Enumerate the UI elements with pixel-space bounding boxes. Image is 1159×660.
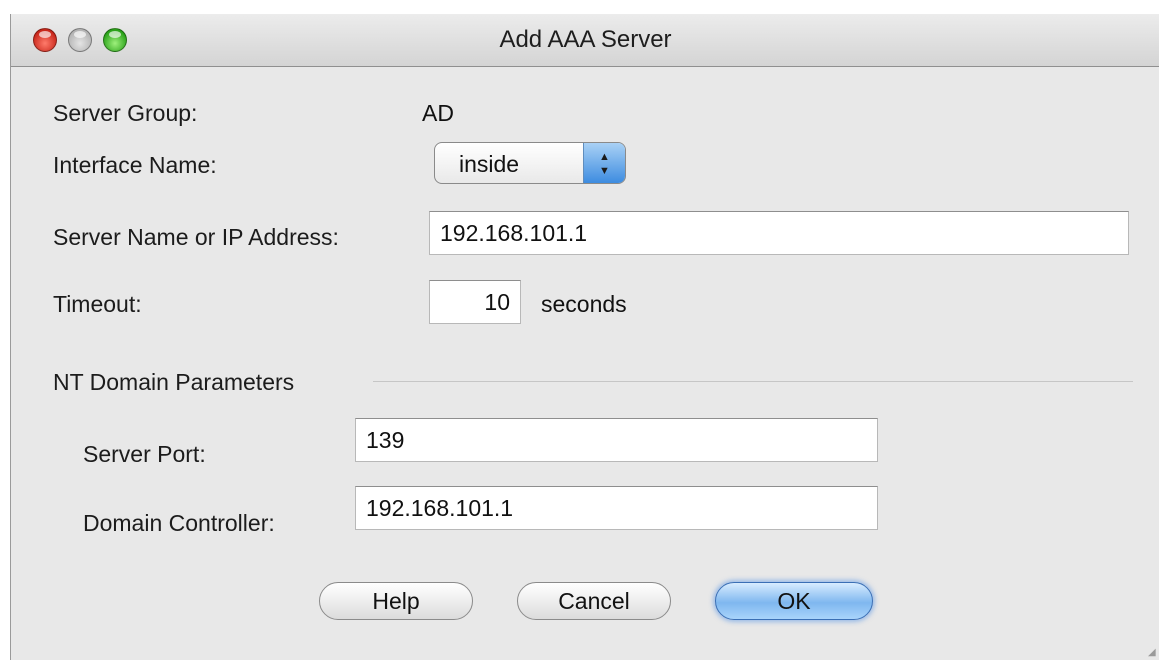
server-group-label: Server Group: <box>53 100 198 126</box>
server-group-value: AD <box>422 100 454 126</box>
interface-name-label: Interface Name: <box>53 152 217 178</box>
timeout-unit-label: seconds <box>541 291 627 317</box>
server-port-input[interactable]: 139 <box>355 418 878 462</box>
timeout-label: Timeout: <box>53 291 142 317</box>
timeout-input[interactable]: 10 <box>429 280 521 324</box>
server-name-label: Server Name or IP Address: <box>53 224 339 250</box>
section-divider <box>373 381 1133 382</box>
title-bar[interactable]: Add AAA Server <box>11 14 1159 67</box>
add-aaa-server-dialog: Add AAA Server Server Group: AD Interfac… <box>10 14 1159 660</box>
interface-name-value: inside <box>459 151 520 177</box>
cancel-button[interactable]: Cancel <box>517 582 671 620</box>
window-title: Add AAA Server <box>499 26 672 53</box>
ok-button[interactable]: OK <box>715 582 873 620</box>
help-button[interactable]: Help <box>319 582 473 620</box>
interface-name-select[interactable]: inside ▲ ▼ <box>434 142 626 184</box>
up-down-arrows-icon: ▲ ▼ <box>583 143 625 183</box>
server-port-label: Server Port: <box>83 441 206 467</box>
resize-grip-icon[interactable]: ◢ <box>1148 648 1158 658</box>
nt-domain-section-label: NT Domain Parameters <box>53 369 295 395</box>
server-name-input[interactable]: 192.168.101.1 <box>429 211 1129 255</box>
domain-controller-label: Domain Controller: <box>83 510 275 536</box>
domain-controller-input[interactable]: 192.168.101.1 <box>355 486 878 530</box>
